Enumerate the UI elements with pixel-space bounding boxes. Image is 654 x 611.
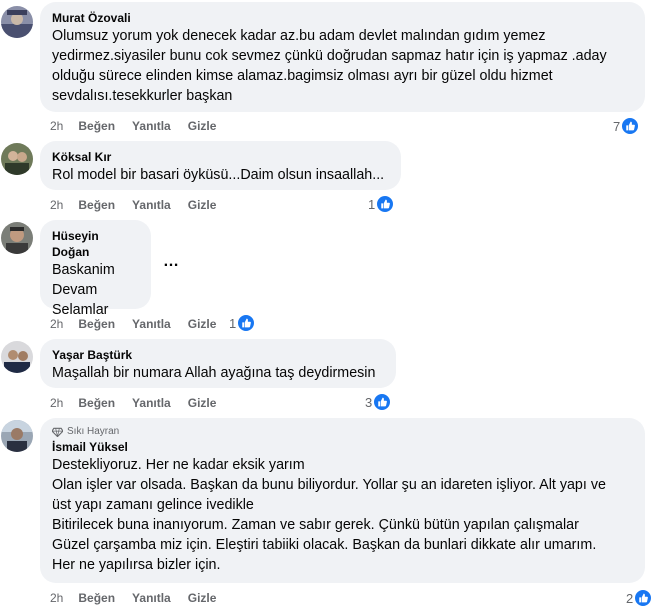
comment-author[interactable]: Murat Özovali <box>52 10 633 26</box>
reply-button[interactable]: Yanıtla <box>132 198 171 212</box>
hide-button[interactable]: Gizle <box>188 119 217 133</box>
comment-author[interactable]: Hüseyin Doğan <box>52 228 139 260</box>
comment-author[interactable]: İsmail Yüksel <box>52 439 633 455</box>
avatar[interactable] <box>1 222 33 254</box>
avatar[interactable] <box>1 420 33 452</box>
comment-text: Rol model bir basari öyküsü...Daim olsun… <box>52 167 385 183</box>
comment-time[interactable]: 2h <box>50 396 63 410</box>
like-button[interactable]: Beğen <box>78 317 115 331</box>
hide-button[interactable]: Gizle <box>188 396 217 410</box>
reply-button[interactable]: Yanıtla <box>132 317 171 331</box>
like-reaction-icon <box>237 314 256 332</box>
reaction-count[interactable]: 2 <box>626 588 653 608</box>
comment-text: Destekliyoruz. Her ne kadar eksik yarım … <box>52 457 606 573</box>
reaction-count[interactable]: 7 <box>613 116 640 136</box>
reply-button[interactable]: Yanıtla <box>132 396 171 410</box>
comment-time[interactable]: 2h <box>50 198 63 212</box>
comment-author[interactable]: Köksal Kır <box>52 149 389 165</box>
reaction-count[interactable]: 1 <box>368 194 395 214</box>
fan-badge-label: Sıkı Hayran <box>67 426 120 437</box>
hide-button[interactable]: Gizle <box>188 198 217 212</box>
reaction-count[interactable]: 3 <box>365 392 392 412</box>
comment-actions: 2h Beğen Yanıtla Gizle <box>50 118 233 134</box>
like-button[interactable]: Beğen <box>78 591 115 605</box>
reaction-number: 1 <box>229 315 237 331</box>
more-options-icon[interactable]: … <box>163 253 180 271</box>
reply-button[interactable]: Yanıtla <box>132 119 171 133</box>
reaction-number: 3 <box>365 394 373 410</box>
reaction-number: 2 <box>626 590 634 606</box>
comment-text: Olumsuz yorum yok denecek kadar az.bu ad… <box>52 28 607 104</box>
like-reaction-icon <box>634 589 653 607</box>
like-reaction-icon <box>373 393 392 411</box>
comment-text: Baskanim Devam Selamlar <box>52 262 115 318</box>
like-reaction-icon <box>621 117 640 135</box>
hide-button[interactable]: Gizle <box>188 317 217 331</box>
reaction-number: 1 <box>368 196 376 212</box>
comment-bubble: Hüseyin Doğan Baskanim Devam Selamlar <box>40 220 151 318</box>
comment-bubble: Sıkı Hayran İsmail Yüksel Destekliyoruz.… <box>40 418 645 583</box>
comment-time[interactable]: 2h <box>50 119 63 133</box>
comment-time[interactable]: 2h <box>50 317 63 331</box>
comment-bubble: Murat Özovali Olumsuz yorum yok denecek … <box>40 2 645 112</box>
comment-author[interactable]: Yaşar Baştürk <box>52 347 384 363</box>
comment-actions: 2h Beğen Yanıtla Gizle <box>50 590 233 606</box>
like-reaction-icon <box>376 195 395 213</box>
reaction-count[interactable]: 1 <box>229 313 256 333</box>
comment-bubble: Köksal Kır Rol model bir basari öyküsü..… <box>40 141 401 190</box>
reply-button[interactable]: Yanıtla <box>132 591 171 605</box>
fan-badge[interactable]: Sıkı Hayran <box>52 426 633 437</box>
reaction-number: 7 <box>613 118 621 134</box>
like-button[interactable]: Beğen <box>78 396 115 410</box>
avatar[interactable] <box>1 6 33 38</box>
avatar[interactable] <box>1 341 33 373</box>
comment-time[interactable]: 2h <box>50 591 63 605</box>
hide-button[interactable]: Gizle <box>188 591 217 605</box>
avatar[interactable] <box>1 143 33 175</box>
comment-bubble: Yaşar Baştürk Maşallah bir numara Allah … <box>40 339 396 388</box>
comment-actions: 2h Beğen Yanıtla Gizle <box>50 395 233 411</box>
diamond-icon <box>52 427 63 437</box>
comment-actions: 2h Beğen Yanıtla Gizle <box>50 197 233 213</box>
like-button[interactable]: Beğen <box>78 198 115 212</box>
like-button[interactable]: Beğen <box>78 119 115 133</box>
comment-actions: 2h Beğen Yanıtla Gizle <box>50 316 233 332</box>
comment-text: Maşallah bir numara Allah ayağına taş de… <box>52 365 376 381</box>
